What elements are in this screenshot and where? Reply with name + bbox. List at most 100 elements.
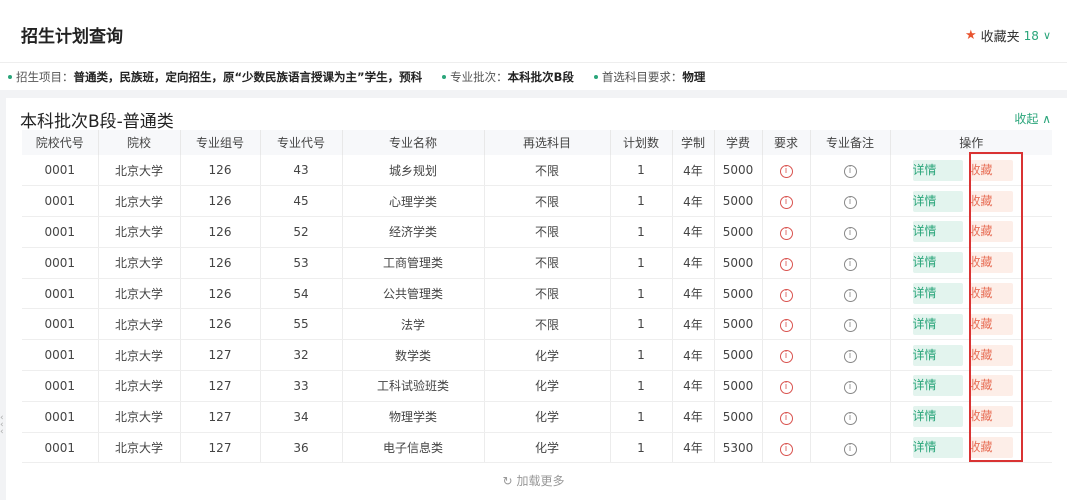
requirement-info-icon[interactable]: i (779, 257, 793, 271)
remark-cell: i (810, 401, 891, 433)
detail-button[interactable]: 详情 (912, 221, 963, 243)
filter-value: 本科批次B段 (507, 69, 574, 84)
tuition: 5000 (714, 155, 763, 187)
duration: 4年 (672, 247, 715, 279)
remark-info-icon[interactable]: i (843, 196, 857, 210)
detail-button[interactable]: 详情 (912, 159, 963, 181)
requirement-cell: i (762, 308, 811, 341)
requirement-info-icon[interactable]: i (779, 288, 793, 302)
major-name: 公共管理类 (342, 278, 485, 310)
tuition: 5000 (714, 247, 763, 279)
remark-cell: i (810, 339, 891, 372)
star-icon: ★ (964, 28, 977, 43)
favorite-button[interactable]: 收藏 (968, 437, 1013, 459)
remark-cell: i (810, 278, 891, 310)
remark-info-icon[interactable]: i (843, 442, 857, 456)
plan-table: 院校代号 院校 专业组号 专业代号 专业名称 再选科目 计划数 学制 学费 要求… (22, 130, 1052, 464)
school-name: 北京大学 (98, 308, 181, 341)
actions-cell: 详情 收藏 (890, 247, 1052, 279)
school-code: 0001 (22, 247, 99, 279)
refresh-icon: ↻ (502, 474, 513, 488)
major-code: 34 (260, 401, 343, 433)
duration: 4年 (672, 155, 715, 187)
requirement-cell: i (762, 278, 811, 310)
remark-cell: i (810, 185, 891, 218)
requirement-cell: i (762, 401, 811, 433)
elective-subject: 化学 (484, 370, 611, 402)
load-more-button[interactable]: ↻ 加载更多 (0, 472, 1067, 489)
detail-button[interactable]: 详情 (912, 344, 963, 366)
elective-subject: 化学 (484, 432, 611, 464)
detail-button[interactable]: 详情 (912, 313, 963, 335)
col-header: 学费 (714, 130, 763, 155)
detail-button[interactable]: 详情 (912, 437, 963, 459)
duration: 4年 (672, 370, 715, 402)
favorites-button[interactable]: ★ 收藏夹 18 ∨ (965, 26, 1051, 45)
favorite-button[interactable]: 收藏 (968, 221, 1013, 243)
requirement-cell: i (762, 432, 811, 464)
favorite-button[interactable]: 收藏 (968, 159, 1013, 181)
school-name: 北京大学 (98, 278, 181, 310)
requirement-info-icon[interactable]: i (779, 196, 793, 210)
actions-cell: 详情 收藏 (890, 401, 1052, 433)
table-row: 0001 北京大学 126 52 经济学类 不限 1 4年 5000 i i 详情 收藏 (22, 216, 1052, 248)
col-header: 再选科目 (484, 130, 611, 155)
requirement-info-icon[interactable]: i (779, 350, 793, 364)
col-header: 院校代号 (22, 130, 99, 155)
school-code: 0001 (22, 216, 99, 248)
favorite-button[interactable]: 收藏 (968, 252, 1013, 274)
major-name: 工商管理类 (342, 247, 485, 279)
detail-button[interactable]: 详情 (912, 252, 963, 274)
requirement-cell: i (762, 247, 811, 279)
detail-button[interactable]: 详情 (912, 283, 963, 305)
actions-cell: 详情 收藏 (890, 185, 1052, 218)
favorite-button[interactable]: 收藏 (968, 344, 1013, 366)
school-name: 北京大学 (98, 185, 181, 218)
elective-subject: 不限 (484, 185, 611, 218)
requirement-info-icon[interactable]: i (779, 319, 793, 333)
remark-info-icon[interactable]: i (843, 226, 857, 240)
plan-count: 1 (610, 339, 673, 372)
tuition: 5000 (714, 278, 763, 310)
remark-info-icon[interactable]: i (843, 350, 857, 364)
requirement-cell: i (762, 339, 811, 372)
table-header-row: 院校代号 院校 专业组号 专业代号 专业名称 再选科目 计划数 学制 学费 要求… (22, 130, 1052, 155)
elective-subject: 不限 (484, 155, 611, 187)
requirement-info-icon[interactable]: i (779, 165, 793, 179)
remark-info-icon[interactable]: i (843, 257, 857, 271)
favorite-button[interactable]: 收藏 (968, 313, 1013, 335)
major-code: 33 (260, 370, 343, 402)
table-row: 0001 北京大学 127 33 工科试验班类 化学 1 4年 5000 i i 详情 收藏 (22, 370, 1052, 402)
collapse-label: 收起 (1014, 112, 1039, 126)
col-header: 专业组号 (180, 130, 261, 155)
group-code: 126 (180, 247, 261, 279)
major-name: 心理学类 (342, 185, 485, 218)
top-bar: 招生计划查询 ★ 收藏夹 18 ∨ (0, 0, 1067, 62)
requirement-info-icon[interactable]: i (779, 380, 793, 394)
group-code: 127 (180, 401, 261, 433)
remark-info-icon[interactable]: i (843, 411, 857, 425)
detail-button[interactable]: 详情 (912, 406, 963, 428)
collapse-button[interactable]: 收起 ∧ (1014, 110, 1051, 127)
remark-info-icon[interactable]: i (843, 165, 857, 179)
remark-info-icon[interactable]: i (843, 319, 857, 333)
chevron-down-icon: ∨ (1042, 29, 1051, 42)
actions-cell: 详情 收藏 (890, 216, 1052, 248)
table-row: 0001 北京大学 126 55 法学 不限 1 4年 5000 i i 详情 收藏 (22, 308, 1052, 341)
detail-button[interactable]: 详情 (912, 190, 963, 212)
favorite-button[interactable]: 收藏 (968, 406, 1013, 428)
requirement-info-icon[interactable]: i (779, 442, 793, 456)
remark-info-icon[interactable]: i (843, 288, 857, 302)
remark-info-icon[interactable]: i (843, 380, 857, 394)
major-name: 经济学类 (342, 216, 485, 248)
requirement-info-icon[interactable]: i (779, 226, 793, 240)
requirement-info-icon[interactable]: i (779, 411, 793, 425)
side-handle-icon[interactable]: ‹ ‹ ‹ (0, 414, 4, 437)
favorite-button[interactable]: 收藏 (968, 283, 1013, 305)
favorite-button[interactable]: 收藏 (968, 375, 1013, 397)
filter-value: 普通类，民族班，定向招生，原“少数民族语言授课为主”学生，预科 (73, 69, 423, 84)
col-header: 专业备注 (810, 130, 891, 155)
detail-button[interactable]: 详情 (912, 375, 963, 397)
favorite-button[interactable]: 收藏 (968, 190, 1013, 212)
plan-count: 1 (610, 216, 673, 248)
